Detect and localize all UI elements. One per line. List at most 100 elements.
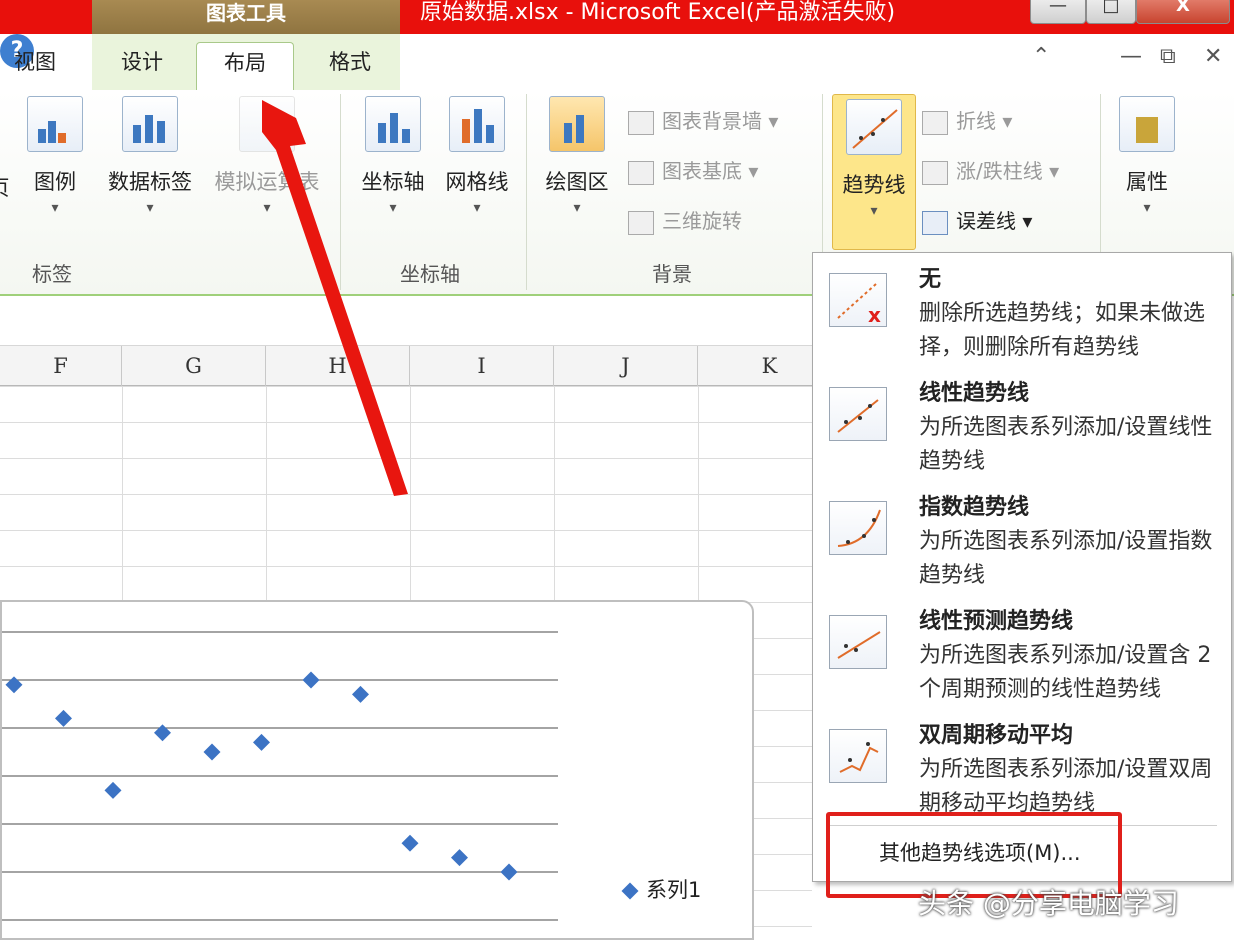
properties-label: 属性 [1126, 170, 1168, 194]
chart-floor-button[interactable]: 图表基底 ▾ [628, 156, 758, 188]
legend-marker-icon [621, 882, 639, 900]
properties-icon [1119, 96, 1175, 152]
3d-rotation-icon [628, 210, 654, 235]
axes-icon [365, 96, 421, 152]
data-labels-button[interactable]: 数据标签 ▾ [102, 96, 198, 216]
column-header-h[interactable]: H [266, 346, 410, 386]
background-group-label: 背景 [652, 262, 692, 286]
lines-label: 折线 [956, 109, 996, 133]
maximize-button[interactable]: □ [1086, 0, 1136, 24]
column-header-i[interactable]: I [410, 346, 554, 386]
gridlines-button[interactable]: 网格线 ▾ [440, 96, 514, 216]
chevron-down-icon: ▾ [473, 200, 481, 216]
tab-layout[interactable]: 布局 [196, 42, 294, 92]
data-point [104, 781, 122, 799]
plot-area-label: 绘图区 [545, 170, 609, 194]
trendline-dropdown-menu: x 无 删除所选趋势线；如果未做选择，则删除所有趋势线 线性趋势线 为所选图表系… [812, 252, 1232, 882]
formula-bar[interactable] [0, 298, 812, 346]
error-bars-button[interactable]: 误差线 ▾ [922, 206, 1032, 238]
window-title: 原始数据.xlsx - Microsoft Excel(产品激活失败) [420, 0, 896, 25]
minimize-icon: — [1049, 0, 1067, 16]
error-bars-label: 误差线 [956, 209, 1016, 233]
svg-text:x: x [868, 303, 881, 327]
updown-bars-icon [922, 160, 948, 185]
trendline-label: 趋势线 [842, 173, 906, 197]
gridlines-label: 网格线 [445, 170, 509, 194]
menu-item-desc: 为所选图表系列添加/设置双周期移动平均趋势线 [919, 757, 1213, 816]
tab-format[interactable]: 格式 [300, 42, 400, 90]
data-labels-icon [122, 96, 178, 152]
menu-item-moving-average[interactable]: 双周期移动平均 为所选图表系列添加/设置双周期移动平均趋势线 [813, 709, 1231, 823]
chevron-down-icon: ▾ [51, 200, 59, 216]
column-header-g[interactable]: G [122, 346, 266, 386]
trendline-none-icon: x [829, 273, 887, 327]
menu-item-desc: 为所选图表系列添加/设置指数趋势线 [919, 529, 1213, 588]
title-bar: 图表工具 原始数据.xlsx - Microsoft Excel(产品激活失败)… [0, 0, 1234, 34]
lines-button[interactable]: 折线 ▾ [922, 106, 1012, 138]
workbook-minimize-icon[interactable]: — [1120, 44, 1142, 69]
menu-item-title: 线性预测趋势线 [919, 609, 1074, 634]
menu-item-title: 双周期移动平均 [919, 723, 1074, 748]
legend-icon [27, 96, 83, 152]
data-table-icon [239, 96, 295, 152]
data-point [302, 671, 320, 689]
menu-item-exponential[interactable]: 指数趋势线 为所选图表系列添加/设置指数趋势线 [813, 481, 1231, 595]
column-header-j[interactable]: J [554, 346, 698, 386]
3d-rotation-button[interactable]: 三维旋转 [628, 206, 742, 238]
partial-button[interactable]: 页 [0, 96, 14, 202]
gridlines-icon [449, 96, 505, 152]
legend-series-label: 系列1 [646, 878, 702, 902]
plot-area-button[interactable]: 绘图区 ▾ [540, 96, 614, 216]
chevron-down-icon: ▾ [870, 203, 878, 219]
group-separator [526, 94, 527, 290]
menu-item-desc: 为所选图表系列添加/设置线性趋势线 [919, 415, 1213, 474]
menu-item-none[interactable]: x 无 删除所选趋势线；如果未做选择，则删除所有趋势线 [813, 253, 1231, 367]
legend-label: 图例 [34, 170, 76, 194]
legend-button[interactable]: 图例 ▾ [22, 96, 88, 216]
maximize-icon: □ [1102, 0, 1120, 16]
watermark: 头条 @分享电脑学习 [918, 887, 1179, 920]
labels-group-label: 标签 [32, 262, 72, 286]
data-labels-label: 数据标签 [108, 170, 192, 194]
data-point [451, 849, 468, 867]
workbook-close-icon[interactable]: ✕ [1204, 44, 1222, 69]
data-point [401, 834, 419, 852]
data-point [203, 743, 221, 761]
minimize-button[interactable]: — [1030, 0, 1086, 24]
close-button[interactable]: X [1136, 0, 1230, 24]
exponential-trendline-icon [829, 501, 887, 555]
chart-floor-icon [628, 160, 654, 185]
trendline-icon [846, 99, 902, 155]
chevron-down-icon: ▾ [573, 200, 581, 216]
data-point [253, 733, 270, 751]
menu-item-title: 无 [919, 267, 942, 292]
plot-area-icon [549, 96, 605, 152]
chart-tools-label: 图表工具 [92, 0, 400, 34]
updown-bars-button[interactable]: 涨/跌柱线 ▾ [922, 156, 1059, 188]
menu-item-desc: 为所选图表系列添加/设置含 2 个周期预测的线性趋势线 [919, 643, 1212, 702]
group-separator [340, 94, 341, 290]
data-point [154, 724, 171, 742]
chart-wall-button[interactable]: 图表背景墙 ▾ [628, 106, 778, 138]
chevron-down-icon: ▾ [263, 200, 271, 216]
trendline-button[interactable]: 趋势线 ▾ [832, 94, 916, 250]
tab-design[interactable]: 设计 [96, 42, 188, 90]
properties-button[interactable]: 属性 ▾ [1112, 96, 1182, 216]
chart-legend[interactable]: 系列1 [621, 874, 702, 904]
data-point [5, 676, 23, 694]
close-icon: X [1176, 0, 1190, 16]
chart-wall-label: 图表背景墙 [662, 109, 762, 133]
chevron-down-icon: ▾ [389, 200, 397, 216]
data-point [352, 685, 369, 703]
data-table-button[interactable]: 模拟运算表 ▾ [206, 96, 328, 216]
workbook-restore-icon[interactable]: ⧉ [1160, 44, 1176, 69]
linear-forecast-icon [829, 615, 887, 669]
collapse-ribbon-icon[interactable]: ⌃ [1032, 44, 1050, 69]
data-point [55, 709, 72, 727]
menu-item-linear-forecast[interactable]: 线性预测趋势线 为所选图表系列添加/设置含 2 个周期预测的线性趋势线 [813, 595, 1231, 709]
tab-view[interactable]: 视图 [0, 42, 70, 90]
axes-button[interactable]: 坐标轴 ▾ [356, 96, 430, 216]
column-header-f[interactable]: F [0, 346, 122, 386]
menu-item-linear[interactable]: 线性趋势线 为所选图表系列添加/设置线性趋势线 [813, 367, 1231, 481]
chart-wall-icon [628, 110, 654, 135]
